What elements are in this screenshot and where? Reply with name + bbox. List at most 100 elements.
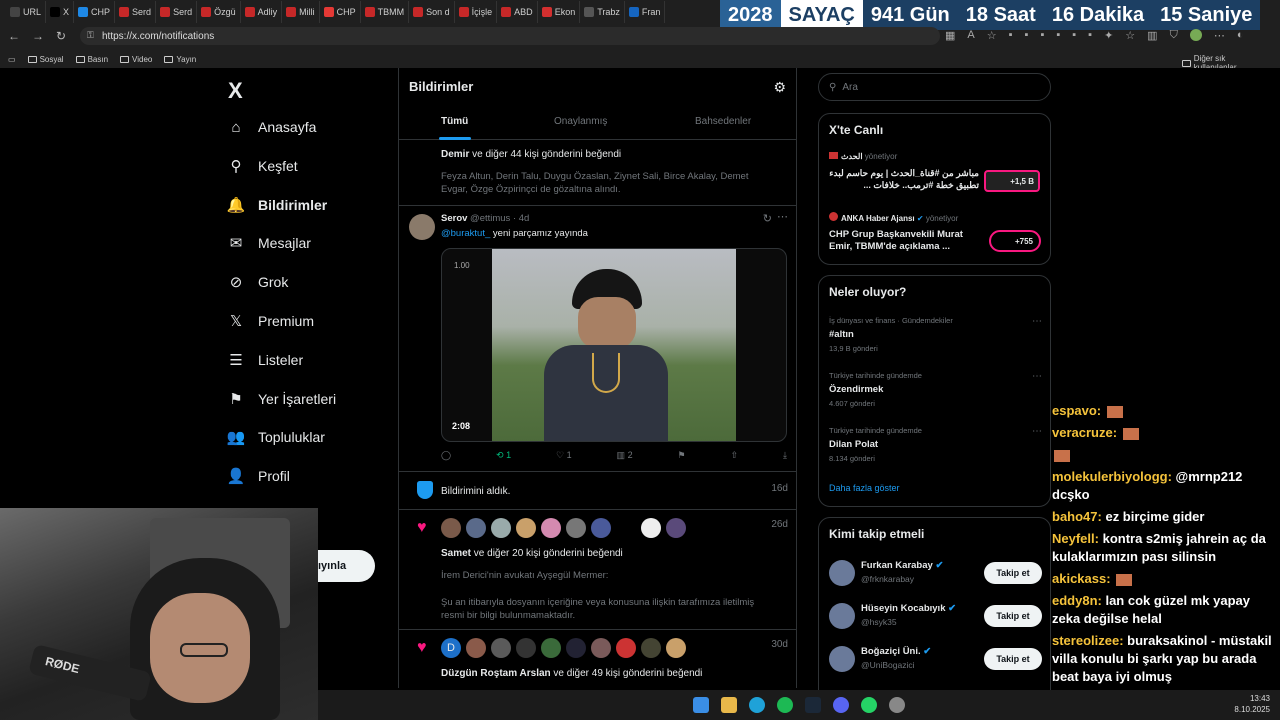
search-input[interactable]: ⚲ Ara	[818, 73, 1051, 101]
more-options-icon[interactable]: ⋯	[1032, 316, 1042, 327]
download-icon[interactable]: ⤓	[783, 450, 787, 461]
avatar[interactable]	[566, 518, 586, 538]
puzzle-icon[interactable]: ✦	[1104, 29, 1113, 42]
live-item[interactable]: الحدث yönetiyor مباشر من #قناة_الحدث | ي…	[829, 152, 979, 191]
live-item[interactable]: ANKA Haber Ajansı ✔ yönetiyor CHP Grup B…	[829, 212, 979, 253]
chat-username[interactable]: eddy8n:	[1052, 593, 1102, 608]
avatar[interactable]	[516, 638, 536, 658]
browser-tab[interactable]: İçişle	[455, 1, 498, 23]
trend-item[interactable]: İş dünyası ve finans · Gündemdekiler #al…	[829, 316, 1042, 360]
browser-tab[interactable]: Son d	[409, 1, 455, 23]
bookmark-folder[interactable]: Yayın	[164, 55, 196, 64]
browser-tab[interactable]: Ekon	[538, 1, 581, 23]
avatar[interactable]	[616, 638, 636, 658]
avatar[interactable]	[616, 518, 636, 538]
obs-icon[interactable]	[889, 697, 905, 713]
retweet-button[interactable]: ⟲ 1	[496, 450, 511, 461]
profile-avatar-icon[interactable]	[1189, 29, 1202, 41]
reply-icon[interactable]: ◯	[441, 450, 451, 461]
notification-item[interactable]: ♥ D 30d Düzgün Roştam Arslan ve diğer 49…	[399, 630, 796, 688]
avatar[interactable]	[641, 518, 661, 538]
follow-button[interactable]: Takip et	[984, 562, 1042, 584]
video-player[interactable]: 1.00 2:08	[441, 248, 787, 442]
shield-icon[interactable]: ⛉	[1170, 29, 1178, 42]
browser-tab[interactable]: Milli	[282, 1, 320, 23]
browser-tab[interactable]: Adliy	[241, 1, 283, 23]
reading-list-icon[interactable]: ▭	[8, 55, 16, 64]
avatar[interactable]	[641, 638, 661, 658]
browser-tab[interactable]: X	[46, 1, 75, 23]
discord-icon[interactable]	[833, 697, 849, 713]
sidebar-item-1[interactable]: ⌂ Anasayfa	[228, 119, 316, 136]
forward-icon[interactable]: →	[32, 29, 44, 43]
avatar[interactable]	[491, 518, 511, 538]
browser-tab[interactable]: CHP	[74, 1, 116, 23]
extension-icon[interactable]: ▦	[945, 29, 955, 42]
post-author[interactable]: Serov	[441, 213, 467, 224]
avatar[interactable]	[591, 638, 611, 658]
windows-start-icon[interactable]	[693, 697, 709, 713]
tab-verified[interactable]: Onaylanmış	[554, 116, 607, 127]
browser-tab[interactable]: Fran	[625, 1, 666, 23]
browser-tab[interactable]: CHP	[320, 1, 361, 23]
steam-icon[interactable]	[805, 697, 821, 713]
live-listener-count[interactable]: +755	[989, 230, 1041, 252]
chat-username[interactable]: espavo:	[1052, 403, 1101, 418]
notification-actor[interactable]: Samet	[441, 548, 471, 559]
trend-item[interactable]: Türkiye tarihinde gündemde Özendirmek 4.…	[829, 371, 1042, 415]
sidebar-item-6[interactable]: 𝕏 Premium	[228, 313, 314, 330]
avatar[interactable]	[829, 560, 855, 586]
follow-suggestion[interactable]: Boğaziçi Üni. ✔ @UniBogazici Takip et	[829, 644, 1042, 680]
browser-tab[interactable]: Özgü	[197, 1, 241, 23]
read-aloud-icon[interactable]: A	[967, 29, 974, 42]
extension-icon[interactable]: ▪	[1009, 29, 1013, 42]
bookmark-folder[interactable]: Video	[120, 55, 152, 64]
chat-username[interactable]: akickass:	[1052, 571, 1111, 586]
avatar[interactable]	[829, 646, 855, 672]
bookmark-folder[interactable]: Basın	[75, 55, 108, 64]
spotify-icon[interactable]	[777, 697, 793, 713]
avatar[interactable]: D	[441, 638, 461, 658]
more-options-icon[interactable]: ⋯	[1032, 426, 1042, 437]
follow-suggestion[interactable]: Hüseyin Kocabıyık ✔ @hsyk35 Takip et	[829, 601, 1042, 637]
bookmark-icon[interactable]: ⚑	[678, 450, 686, 461]
follow-button[interactable]: Takip et	[984, 648, 1042, 670]
x-logo[interactable]: X	[228, 78, 243, 104]
chat-username[interactable]: stereolizee:	[1052, 633, 1124, 648]
browser-tab[interactable]: Serd	[156, 1, 198, 23]
avatar[interactable]	[591, 518, 611, 538]
avatar[interactable]	[666, 638, 686, 658]
grok-icon[interactable]: ↻	[763, 212, 772, 225]
like-button[interactable]: ♡ 1	[556, 450, 572, 461]
sidebar-item-9[interactable]: 👥 Topluluklar	[227, 429, 325, 446]
bookmark-folder[interactable]: Sosyal	[27, 55, 64, 64]
browser-tab[interactable]: TBMM	[361, 1, 410, 23]
avatar[interactable]	[566, 638, 586, 658]
sidebar-item-10[interactable]: 👤 Profil	[227, 468, 290, 485]
sidebar-item-3[interactable]: 🔔 Bildirimler	[227, 197, 328, 214]
avatar[interactable]	[466, 518, 486, 538]
follow-suggestion[interactable]: Furkan Karabay ✔ @frkn​karabay Takip et	[829, 558, 1042, 594]
chat-username[interactable]: baho47:	[1052, 509, 1102, 524]
extension-icon[interactable]: ▪	[1040, 29, 1044, 42]
split-screen-icon[interactable]: ▥	[1147, 29, 1157, 42]
browser-tab[interactable]: URL	[6, 1, 47, 23]
sidebar-item-7[interactable]: ☰ Listeler	[228, 352, 303, 369]
whatsapp-icon[interactable]	[861, 697, 877, 713]
favorite-star-icon[interactable]: ☆	[987, 29, 997, 42]
more-options-icon[interactable]: ⋯	[777, 210, 788, 223]
system-clock[interactable]: 13:43 8.10.2025	[1234, 693, 1270, 715]
avatar[interactable]	[491, 638, 511, 658]
notification-item[interactable]: Demir ve diğer 44 kişi gönderini beğendi…	[399, 140, 796, 206]
chat-username[interactable]: Neyfell:	[1052, 531, 1099, 546]
extension-icon[interactable]: ▪	[1056, 29, 1060, 42]
avatar[interactable]	[409, 214, 435, 240]
post-button[interactable]: ıyınla	[318, 550, 375, 582]
back-icon[interactable]: ←	[8, 29, 20, 43]
more-options-icon[interactable]: ⋯	[1032, 371, 1042, 382]
avatar[interactable]	[516, 518, 536, 538]
share-icon[interactable]: ⇧	[731, 450, 739, 461]
browser-tab[interactable]: Trabz	[580, 1, 625, 23]
mention-link[interactable]: @buraktut_	[441, 228, 490, 239]
avatar[interactable]	[829, 603, 855, 629]
